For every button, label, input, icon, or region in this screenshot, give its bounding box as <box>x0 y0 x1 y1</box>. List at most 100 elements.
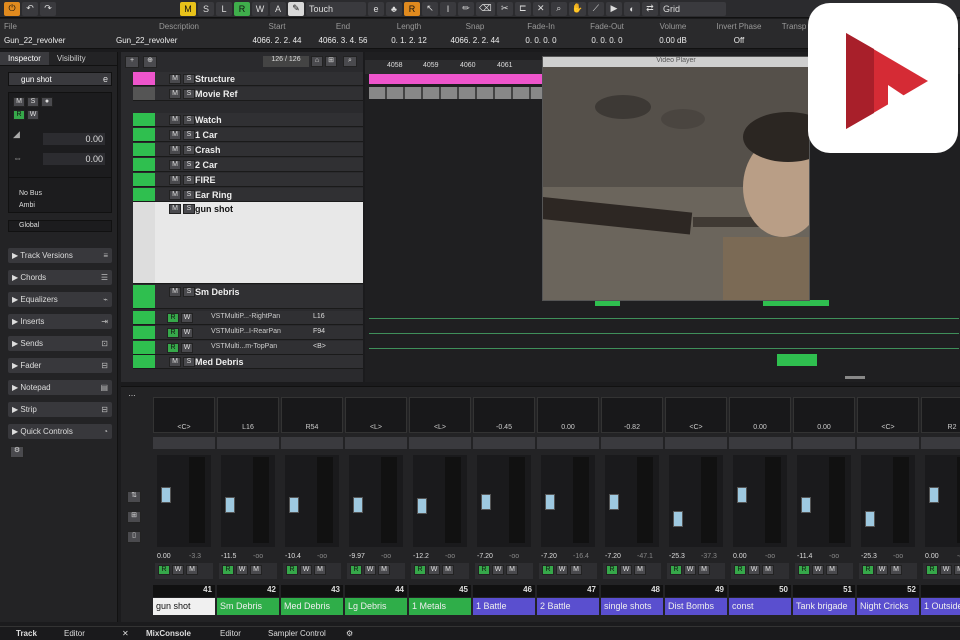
info-volume[interactable]: Volume 0.00 dB <box>642 22 704 48</box>
fader-cap[interactable] <box>545 494 555 510</box>
channel-toggle[interactable] <box>217 437 279 449</box>
tab-inspector[interactable]: Inspector <box>0 52 49 65</box>
track-row[interactable]: MS2 Car <box>133 158 363 172</box>
tab-sampler-control[interactable]: Sampler Control <box>268 629 326 638</box>
panner[interactable]: 0.00 <box>729 397 791 433</box>
channel-name[interactable]: single shots <box>601 598 663 615</box>
solo-button[interactable]: S <box>183 130 195 140</box>
volume-fader[interactable] <box>669 455 723 547</box>
lane-parameter[interactable]: VSTMultiP...-RightPan <box>211 313 280 320</box>
track-presets-icon[interactable]: ⊕ <box>143 56 157 68</box>
solo-button[interactable]: S <box>183 357 195 367</box>
mute-all-button[interactable]: M <box>180 1 196 16</box>
mute-button[interactable]: M <box>169 89 181 99</box>
fader-cap[interactable] <box>673 511 683 527</box>
track-row[interactable]: MS1 Car <box>133 128 363 142</box>
write-button[interactable]: W <box>876 565 888 575</box>
channel-toggle[interactable] <box>281 437 343 449</box>
panner[interactable]: R54 <box>281 397 343 433</box>
channel-toggle[interactable] <box>409 437 471 449</box>
mute-button[interactable]: M <box>186 565 198 575</box>
channel-name[interactable]: 1 Battle <box>473 598 535 615</box>
read-button[interactable]: R <box>542 565 554 575</box>
inspector-volume-slider[interactable]: 0.00 <box>43 133 105 145</box>
mute-button[interactable]: M <box>442 565 454 575</box>
automation-mode-icon[interactable]: ✎ <box>288 1 304 16</box>
channel-toggle[interactable] <box>665 437 727 449</box>
info-fade-in[interactable]: Fade-In 0. 0. 0. 0 <box>510 22 572 48</box>
fader-cap[interactable] <box>609 494 619 510</box>
info-start[interactable]: Start 4066. 2. 2. 44 <box>246 22 308 48</box>
mute-button[interactable]: M <box>314 565 326 575</box>
solo-button[interactable]: S <box>183 74 195 84</box>
mute-button[interactable]: M <box>169 115 181 125</box>
mute-tool-icon[interactable]: ✕ <box>532 1 549 16</box>
channel-toggle[interactable] <box>729 437 791 449</box>
panner[interactable]: 0.00 <box>537 397 599 433</box>
channel-name[interactable]: 2 Battle <box>537 598 599 615</box>
read-button[interactable]: R <box>350 565 362 575</box>
channel-name[interactable]: 1 Outside <box>921 598 960 615</box>
solo-button[interactable]: S <box>183 204 195 214</box>
home-icon[interactable]: ⌂ <box>311 56 323 67</box>
inspector-pan-slider[interactable]: 0.00 <box>43 153 105 165</box>
lane-parameter[interactable]: VSTMultiP...I-RearPan <box>211 328 281 335</box>
mute-button[interactable]: M <box>169 204 181 214</box>
fader-cap[interactable] <box>865 511 875 527</box>
fader-cap[interactable] <box>481 494 491 510</box>
mute-button[interactable]: M <box>169 160 181 170</box>
section-strip[interactable]: ▶ Strip ⊟ <box>8 402 112 417</box>
tab-editor[interactable]: Editor <box>220 629 241 638</box>
volume-fader[interactable] <box>925 455 960 547</box>
routing-icon[interactable]: ⊞ <box>127 511 141 523</box>
glue-tool-icon[interactable]: ⊏ <box>514 1 531 16</box>
tab-track[interactable]: Track <box>16 629 37 638</box>
solo-all-button[interactable]: S <box>198 1 214 16</box>
color-icon[interactable]: ◐ <box>623 1 640 16</box>
track-row[interactable]: M S Crash <box>133 143 363 157</box>
automation-lane[interactable]: R W VSTMultiP...-RightPan L16 <box>133 311 363 325</box>
edit-mode-button[interactable]: R <box>404 1 420 16</box>
panner[interactable]: <C> <box>857 397 919 433</box>
channel-toggle[interactable] <box>793 437 855 449</box>
redo-button[interactable]: ↷ <box>40 1 56 16</box>
volume-fader[interactable] <box>349 455 403 547</box>
read-button[interactable]: R <box>670 565 682 575</box>
volume-fader[interactable] <box>477 455 531 547</box>
lane-value[interactable]: L16 <box>313 313 325 320</box>
lane-parameter[interactable]: VSTMulti...m-TopPan <box>211 343 277 350</box>
info-invert-phase[interactable]: Invert Phase Off <box>708 22 770 48</box>
volume-fader[interactable] <box>733 455 787 547</box>
search-icon[interactable]: ⌕ <box>343 56 357 67</box>
mute-button[interactable]: M <box>570 565 582 575</box>
read-button[interactable]: R <box>414 565 426 575</box>
mixer-menu-icon[interactable]: ⋯ <box>125 393 139 401</box>
channel-toggle[interactable] <box>857 437 919 449</box>
solo-button[interactable]: S <box>183 89 195 99</box>
read-button[interactable]: R <box>222 565 234 575</box>
write-button[interactable]: W <box>300 565 312 575</box>
inspector-record-icon[interactable]: ● <box>41 97 53 107</box>
mute-button[interactable]: M <box>169 190 181 200</box>
read-button[interactable]: R <box>478 565 490 575</box>
write-button[interactable]: W <box>364 565 376 575</box>
section-fader[interactable]: ▶ Fader ⊟ <box>8 358 112 373</box>
fader-cap[interactable] <box>737 487 747 503</box>
panner[interactable]: <C> <box>665 397 727 433</box>
write-button[interactable]: W <box>492 565 504 575</box>
channel-settings-icon[interactable]: ▯ <box>127 531 141 543</box>
solo-button[interactable]: S <box>183 115 195 125</box>
solo-button[interactable]: S <box>183 175 195 185</box>
inspector-solo-button[interactable]: S <box>27 97 39 107</box>
edit-channel-icon[interactable]: e <box>103 74 108 84</box>
track-row[interactable]: M S Sm Debris <box>133 285 363 309</box>
tab-editor-left[interactable]: Editor <box>64 629 85 638</box>
split-tool-icon[interactable]: ✂ <box>496 1 513 16</box>
tab-visibility[interactable]: Visibility <box>49 52 94 65</box>
section-inserts[interactable]: ▶ Inserts ⇥ <box>8 314 112 329</box>
track-row[interactable]: M S Watch <box>133 113 363 127</box>
mute-button[interactable]: M <box>169 357 181 367</box>
inspector-track-header[interactable]: gun shot e <box>8 72 112 86</box>
panner[interactable]: 0.00 <box>793 397 855 433</box>
write-all-button[interactable]: W <box>252 1 268 16</box>
